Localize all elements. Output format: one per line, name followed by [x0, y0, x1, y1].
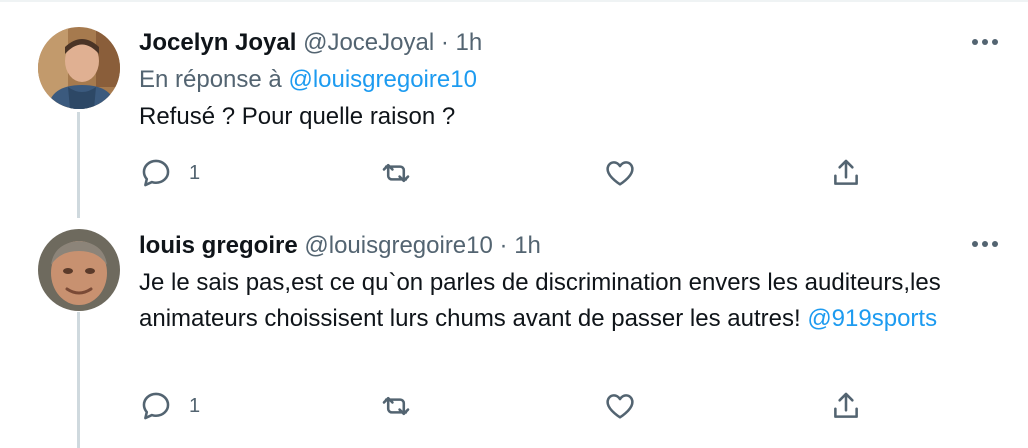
- reply-bubble-icon: [142, 159, 170, 187]
- retweet-icon: [382, 396, 410, 416]
- reply-count: 1: [189, 394, 201, 417]
- tweet[interactable]: louis gregoire @louisgregoire10 · 1h Je …: [0, 210, 1028, 448]
- tweet-text: Refusé ? Pour quelle raison ?: [139, 99, 999, 135]
- separator-dot: ·: [440, 29, 449, 56]
- reply-context: En réponse à @louisgregoire10: [139, 65, 477, 95]
- action-bar: 1: [139, 155, 879, 191]
- share-icon: [834, 159, 858, 185]
- reply-bubble-icon: [142, 392, 170, 420]
- timestamp[interactable]: 1h: [514, 232, 541, 259]
- more-horizontal-icon: [972, 39, 998, 45]
- more-options-button[interactable]: [970, 30, 1000, 54]
- share-icon: [834, 392, 858, 418]
- tweet[interactable]: Jocelyn Joyal @JoceJoyal · 1h En réponse…: [0, 0, 1028, 210]
- retweet-button[interactable]: [379, 388, 413, 424]
- tweet-text-content: Refusé ? Pour quelle raison ?: [139, 103, 456, 130]
- tweet-header: Jocelyn Joyal @JoceJoyal · 1h: [139, 28, 482, 58]
- timestamp[interactable]: 1h: [456, 29, 483, 56]
- reply-prefix: En réponse à: [139, 66, 282, 93]
- user-handle[interactable]: @louisgregoire10: [304, 232, 492, 259]
- more-options-button[interactable]: [970, 232, 1000, 256]
- more-horizontal-icon: [972, 241, 998, 247]
- share-button[interactable]: [829, 388, 863, 424]
- reply-mention-link[interactable]: @louisgregoire10: [288, 66, 476, 93]
- retweet-button[interactable]: [379, 155, 413, 191]
- avatar[interactable]: [38, 27, 120, 109]
- tweet-header: louis gregoire @louisgregoire10 · 1h: [139, 231, 541, 261]
- display-name[interactable]: louis gregoire: [139, 232, 298, 259]
- reply-button[interactable]: 1: [139, 388, 200, 424]
- heart-icon: [606, 161, 634, 186]
- separator-dot: ·: [499, 232, 508, 259]
- heart-icon: [606, 394, 634, 419]
- reply-count: 1: [189, 161, 201, 184]
- retweet-icon: [382, 163, 410, 183]
- user-handle[interactable]: @JoceJoyal: [303, 29, 434, 56]
- mention-link[interactable]: @919sports: [807, 305, 937, 332]
- display-name[interactable]: Jocelyn Joyal: [139, 29, 296, 56]
- like-button[interactable]: [603, 388, 637, 424]
- like-button[interactable]: [603, 155, 637, 191]
- reply-button[interactable]: 1: [139, 155, 200, 191]
- avatar[interactable]: [38, 229, 120, 311]
- action-bar: 1: [139, 388, 879, 424]
- tweet-text: Je le sais pas,est ce qu`on parles de di…: [139, 265, 999, 337]
- share-button[interactable]: [829, 155, 863, 191]
